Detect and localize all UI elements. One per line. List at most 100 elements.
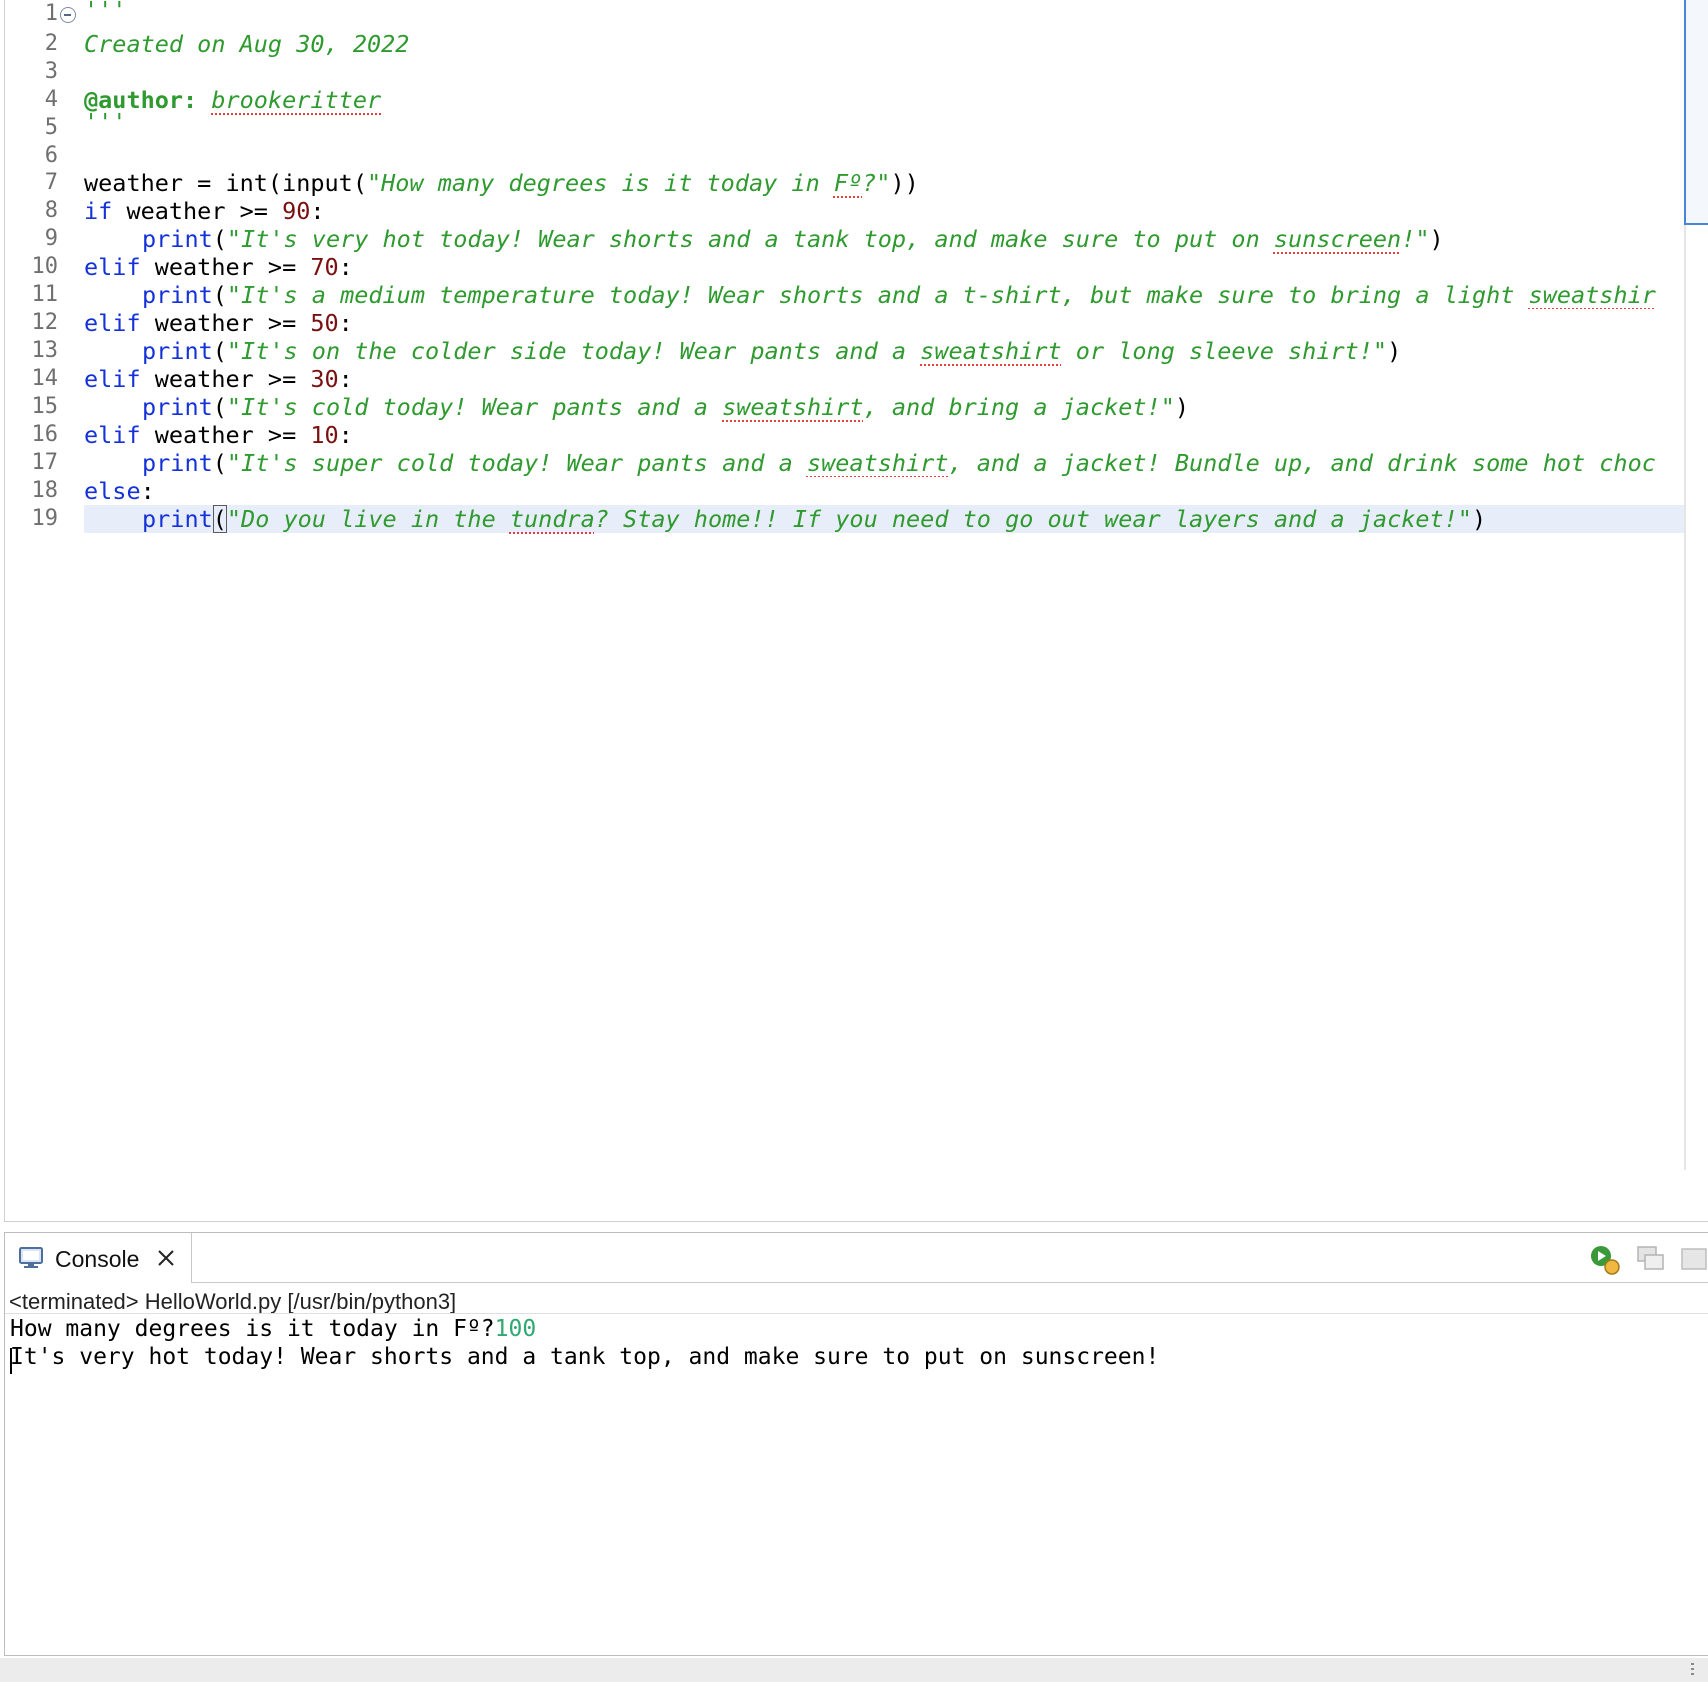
line-number: 4 xyxy=(44,87,58,112)
console-tab-label: Console xyxy=(55,1246,140,1272)
code-token: : xyxy=(140,477,155,505)
author-name: brookeritter xyxy=(211,86,382,114)
spelling-flag: tundra xyxy=(509,505,595,533)
code-token: ( xyxy=(212,393,227,421)
code-line-10[interactable]: elif weather >= 70: xyxy=(84,253,353,281)
line-number: 15 xyxy=(31,394,59,419)
string-literal: !" xyxy=(1401,225,1430,253)
code-editor[interactable]: 1 2 3 4 5 6 7 8 9 10 11 12 13 14 15 16 1… xyxy=(0,0,1708,1222)
code-token: weather >= xyxy=(112,197,283,225)
code-token: ( xyxy=(212,337,227,365)
number-literal: 70 xyxy=(310,253,339,281)
number-literal: 30 xyxy=(310,365,339,393)
keyword: print xyxy=(142,337,213,365)
line-number: 1 xyxy=(44,1,58,26)
code-line-18[interactable]: else: xyxy=(84,477,155,505)
code-token: weather >= xyxy=(140,365,311,393)
string-literal: "It's a medium temperature today! Wear s… xyxy=(226,281,1529,309)
pin-console-icon[interactable] xyxy=(1680,1247,1708,1273)
collapse-fold-icon[interactable] xyxy=(60,7,76,23)
keyword: elif xyxy=(84,365,141,393)
line-number: 17 xyxy=(31,450,59,475)
spelling-flag: sweatshirt xyxy=(722,393,864,421)
console-user-input: 100 xyxy=(494,1316,537,1342)
string-literal: "It's on the colder side today! Wear pan… xyxy=(226,337,921,365)
code-token: : xyxy=(338,421,353,449)
spelling-flag: sweatshirt xyxy=(920,337,1062,365)
code-line-13[interactable]: print("It's on the colder side today! We… xyxy=(142,337,1401,365)
console-tab-bar: Console xyxy=(5,1233,1708,1283)
code-token: ) xyxy=(1471,505,1487,533)
editor-border xyxy=(4,0,5,1222)
keyword: if xyxy=(84,197,113,225)
code-line-16[interactable]: elif weather >= 10: xyxy=(84,421,353,449)
code-token: ) xyxy=(1387,337,1402,365)
code-line-1[interactable]: ''' xyxy=(84,0,126,24)
code-line-14[interactable]: elif weather >= 30: xyxy=(84,365,353,393)
console-output-line[interactable]: It's very hot today! Wear shorts and a t… xyxy=(10,1343,1159,1371)
code-token: ( xyxy=(212,281,227,309)
number-literal: 10 xyxy=(310,421,339,449)
console-monitor-icon xyxy=(19,1247,43,1268)
code-token: weather >= xyxy=(140,421,311,449)
code-line-19[interactable]: print("Do you live in the tundra? Stay h… xyxy=(142,505,1486,533)
process-status: <terminated> HelloWorld.py [/usr/bin/pyt… xyxy=(9,1289,457,1314)
code-line-11[interactable]: print("It's a medium temperature today! … xyxy=(142,281,1684,309)
keyword: print xyxy=(142,281,213,309)
string-literal: "It's very hot today! Wear shorts and a … xyxy=(226,225,1274,253)
line-number: 9 xyxy=(44,226,58,251)
vertical-scrollbar[interactable] xyxy=(1684,225,1686,1170)
text-caret xyxy=(10,1348,12,1374)
console-separator xyxy=(5,1313,1708,1314)
debug-terminate-icon[interactable] xyxy=(1588,1243,1624,1277)
line-number: 10 xyxy=(31,254,59,279)
code-line-8[interactable]: if weather >= 90: xyxy=(84,197,325,225)
line-number: 7 xyxy=(44,170,58,195)
code-token: ) xyxy=(1174,393,1189,421)
spelling-flag: sweatshir xyxy=(1528,281,1656,309)
code-line-12[interactable]: elif weather >= 50: xyxy=(84,309,353,337)
string-literal: "How many degrees is it today in xyxy=(366,169,834,197)
code-token: ( xyxy=(212,225,227,253)
code-token: ) xyxy=(1429,225,1444,253)
matching-bracket: ( xyxy=(212,505,227,533)
code-line-5[interactable]: ''' xyxy=(84,108,126,136)
code-token: : xyxy=(310,197,325,225)
tab-console[interactable]: Console xyxy=(5,1233,192,1283)
code-token: : xyxy=(338,253,353,281)
code-line-15[interactable]: print("It's cold today! Wear pants and a… xyxy=(142,393,1189,421)
keyword: elif xyxy=(84,253,141,281)
line-number: 2 xyxy=(44,31,58,56)
overview-ruler[interactable] xyxy=(1684,0,1708,225)
line-number: 6 xyxy=(44,143,58,168)
line-number: 13 xyxy=(31,338,59,363)
console-output-line[interactable]: How many degrees is it today in Fº?100 xyxy=(10,1315,536,1343)
code-line-4[interactable]: @author: brookeritter xyxy=(84,86,381,114)
number-literal: 90 xyxy=(282,197,311,225)
line-number: 5 xyxy=(44,115,58,140)
code-line-2[interactable]: Created on Aug 30, 2022 xyxy=(84,30,409,58)
keyword: elif xyxy=(84,309,141,337)
close-icon[interactable] xyxy=(155,1247,177,1269)
spelling-flag: Fº xyxy=(833,169,863,197)
line-number: 18 xyxy=(31,478,59,503)
keyword: else xyxy=(84,477,141,505)
keyword: elif xyxy=(84,421,141,449)
display-console-icon[interactable] xyxy=(1636,1245,1666,1275)
string-literal: "It's cold today! Wear pants and a xyxy=(226,393,723,421)
string-literal: "It's super cold today! Wear pants and a xyxy=(226,449,807,477)
status-bar xyxy=(0,1658,1708,1682)
code-line-9[interactable]: print("It's very hot today! Wear shorts … xyxy=(142,225,1444,253)
keyword: print xyxy=(142,225,213,253)
line-number: 8 xyxy=(44,198,58,223)
resize-grip-icon[interactable] xyxy=(1691,1663,1694,1677)
string-literal: , and a jacket! Bundle up, and drink som… xyxy=(948,449,1656,477)
string-literal: , and bring a jacket!" xyxy=(863,393,1175,421)
code-line-7[interactable]: weather = int(input("How many degrees is… xyxy=(84,169,919,197)
line-number: 12 xyxy=(31,310,59,335)
code-line-17[interactable]: print("It's super cold today! Wear pants… xyxy=(142,449,1684,477)
string-literal: or long sleeve shirt!" xyxy=(1061,337,1388,365)
console-prompt: How many degrees is it today in Fº? xyxy=(10,1316,495,1342)
string-literal: ?" xyxy=(862,169,891,197)
keyword: print xyxy=(142,449,213,477)
